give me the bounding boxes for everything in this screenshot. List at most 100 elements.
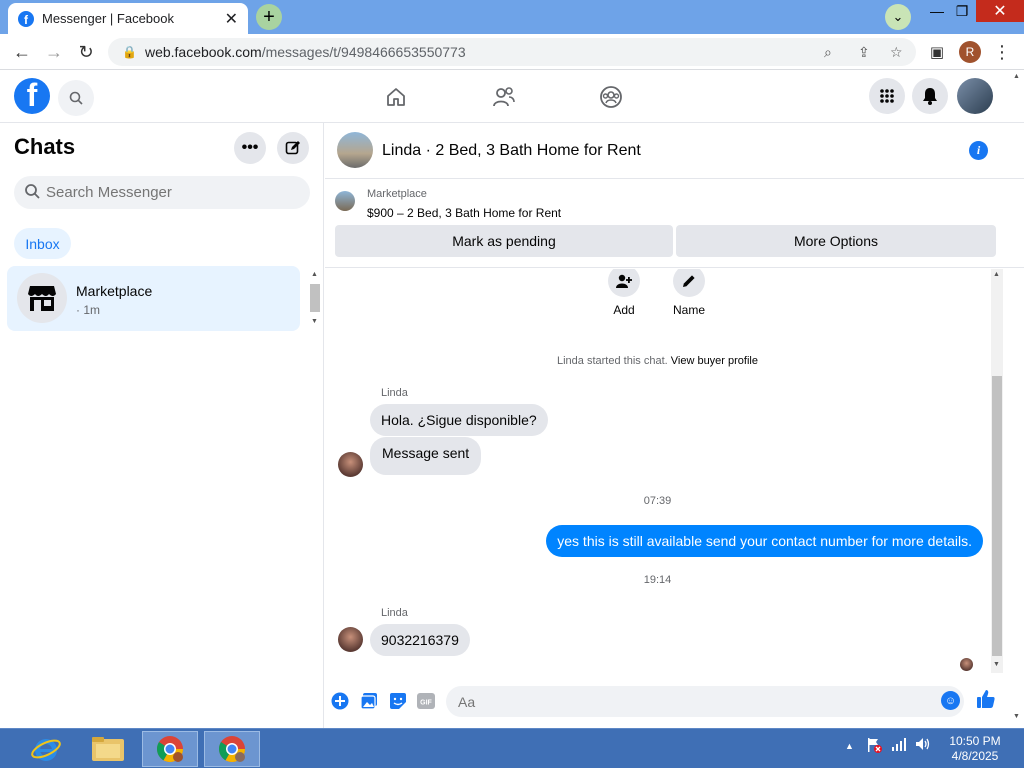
name-label: Name (672, 303, 705, 317)
chrome-taskbar-icon[interactable] (142, 731, 198, 767)
svg-text:GIF: GIF (420, 700, 432, 707)
emoji-icon[interactable]: ☺ (941, 691, 960, 710)
zoom-icon[interactable]: ⌕ (824, 44, 832, 61)
show-hidden-icons-icon[interactable]: ▲ (845, 741, 854, 751)
chat-list-item-marketplace[interactable]: Marketplace · 1m (7, 266, 300, 331)
message-input[interactable] (458, 693, 918, 710)
home-icon[interactable] (382, 83, 410, 111)
linda-avatar[interactable] (338, 452, 363, 477)
clock-time: 10:50 PM (949, 734, 1001, 748)
conversation-title[interactable]: Linda · 2 Bed, 3 Bath Home for Rent (382, 142, 641, 160)
listing-title[interactable]: $900 – 2 Bed, 3 Bath Home for Rent (367, 206, 561, 220)
facebook-logo[interactable]: f (14, 78, 50, 114)
browser-menu-icon[interactable]: ⋮ (991, 41, 1013, 63)
facebook-favicon-icon: f (18, 10, 34, 27)
add-action[interactable]: Add (599, 269, 649, 317)
lock-icon: 🔒 (122, 45, 137, 59)
reload-icon[interactable]: ↻ (75, 41, 97, 63)
my-message-bubble[interactable]: yes this is still available send your co… (546, 525, 983, 557)
pencil-icon (673, 269, 705, 297)
chat-list-scrollbar[interactable]: ▲ ▼ (309, 270, 321, 328)
conversation-header: Linda · 2 Bed, 3 Bath Home for Rent i (325, 123, 1024, 179)
name-action[interactable]: Name (664, 269, 714, 317)
browser-toolbar: ← → ↻ 🔒 web.facebook.com/messages/t/9498… (0, 34, 1024, 70)
bookmark-star-icon[interactable]: ☆ (890, 44, 903, 61)
browser-tab[interactable]: f Messenger | Facebook ✕ (8, 3, 248, 34)
message-sender: Linda (381, 387, 408, 399)
compose-icon (285, 141, 300, 155)
message-timestamp: 07:39 (643, 495, 672, 507)
message-composer: GIF ☺ (325, 681, 1024, 721)
account-avatar[interactable] (957, 78, 993, 114)
message-bubble[interactable]: 9032216379 (370, 624, 470, 656)
conversation-scrollbar[interactable]: ▲ ▼ (991, 269, 1003, 673)
share-icon[interactable]: ⇪ (858, 44, 870, 61)
new-tab-button[interactable]: + (256, 4, 282, 30)
message-bubble[interactable]: Message sent (370, 437, 482, 475)
browser-profile-avatar[interactable]: R (959, 41, 981, 63)
facebook-search-icon[interactable] (58, 80, 94, 116)
new-message-button[interactable] (277, 132, 309, 164)
menu-grid-icon[interactable] (869, 78, 905, 114)
volume-icon[interactable] (915, 737, 931, 754)
message-bubble[interactable]: Hola. ¿Sigue disponible? (370, 404, 548, 436)
network-signal-icon[interactable] (891, 737, 907, 754)
url-text: web.facebook.com/messages/t/949846665355… (144, 44, 466, 60)
chat-started-notice: Linda started this chat. View buyer prof… (557, 355, 758, 367)
messenger-search-input[interactable] (46, 184, 286, 201)
taskbar-clock[interactable]: 10:50 PM 4/8/2025 (940, 734, 1010, 764)
chat-name: Marketplace (76, 283, 153, 299)
photo-attach-icon[interactable] (360, 692, 378, 710)
page-scrollbar[interactable]: ▲ ▼ (1010, 71, 1024, 728)
listing-thumbnail[interactable] (335, 191, 355, 211)
groups-icon[interactable] (597, 83, 625, 111)
inbox-filter-chip[interactable]: Inbox (14, 228, 71, 259)
search-icon (24, 183, 40, 203)
chrome-taskbar-icon-active[interactable] (204, 731, 260, 767)
action-center-flag-icon[interactable] (866, 737, 882, 756)
message-list: Add Name Linda started this chat. View b… (325, 269, 1024, 673)
forward-arrow-icon[interactable]: → (43, 41, 65, 63)
chats-options-button[interactable]: ••• (234, 132, 266, 164)
windows-taskbar: ▲ 10:50 PM 4/8/2025 (0, 728, 1024, 768)
add-label: Add (613, 303, 635, 317)
gif-icon[interactable]: GIF (417, 692, 435, 710)
marketplace-label: Marketplace (367, 188, 427, 200)
message-input-field[interactable] (446, 686, 964, 717)
info-icon[interactable]: i (969, 141, 988, 160)
internet-explorer-icon[interactable] (18, 731, 74, 767)
conversation-avatar[interactable] (337, 132, 373, 168)
close-tab-icon[interactable]: ✕ (225, 9, 238, 29)
close-window-button[interactable]: ✕ (976, 0, 1024, 22)
friends-icon[interactable] (490, 83, 518, 111)
marketplace-listing-card: Marketplace $900 – 2 Bed, 3 Bath Home fo… (325, 180, 1024, 268)
side-panel-icon[interactable]: ▣ (926, 41, 948, 63)
back-arrow-icon[interactable]: ← (11, 41, 33, 63)
more-options-button[interactable]: More Options (676, 225, 996, 257)
address-bar[interactable]: 🔒 web.facebook.com/messages/t/9498466653… (108, 38, 916, 66)
browser-tab-strip: f Messenger | Facebook ✕ + ⌄ — ❐ ✕ (0, 0, 1024, 34)
facebook-header: f (0, 71, 1024, 123)
add-person-icon (608, 269, 640, 297)
more-actions-plus-icon[interactable] (331, 692, 349, 710)
chats-heading: Chats (14, 134, 76, 159)
view-buyer-profile-link[interactable]: View buyer profile (671, 355, 758, 367)
message-timestamp: 19:14 (643, 574, 672, 586)
chats-sidebar: Chats ••• Inbox Marketplace · 1m ▲ ▼ (0, 123, 324, 728)
sticker-icon[interactable] (389, 692, 407, 710)
marketplace-store-icon (17, 273, 67, 323)
file-explorer-icon[interactable] (80, 731, 136, 767)
restore-window-button[interactable]: ❐ (947, 0, 977, 22)
thumbs-up-icon[interactable] (976, 689, 996, 715)
messenger-search-field[interactable] (14, 176, 310, 209)
linda-avatar[interactable] (338, 627, 363, 652)
notifications-bell-icon[interactable] (912, 78, 948, 114)
tab-title: Messenger | Facebook (42, 11, 174, 26)
tab-search-chevron-icon[interactable]: ⌄ (885, 4, 911, 30)
clock-date: 4/8/2025 (951, 749, 999, 763)
mark-as-pending-button[interactable]: Mark as pending (335, 225, 673, 257)
conversation-panel: Linda · 2 Bed, 3 Bath Home for Rent i Ma… (325, 123, 1024, 728)
seen-indicator-avatar (960, 658, 973, 671)
message-sender: Linda (381, 607, 408, 619)
chat-time: · 1m (76, 303, 100, 317)
